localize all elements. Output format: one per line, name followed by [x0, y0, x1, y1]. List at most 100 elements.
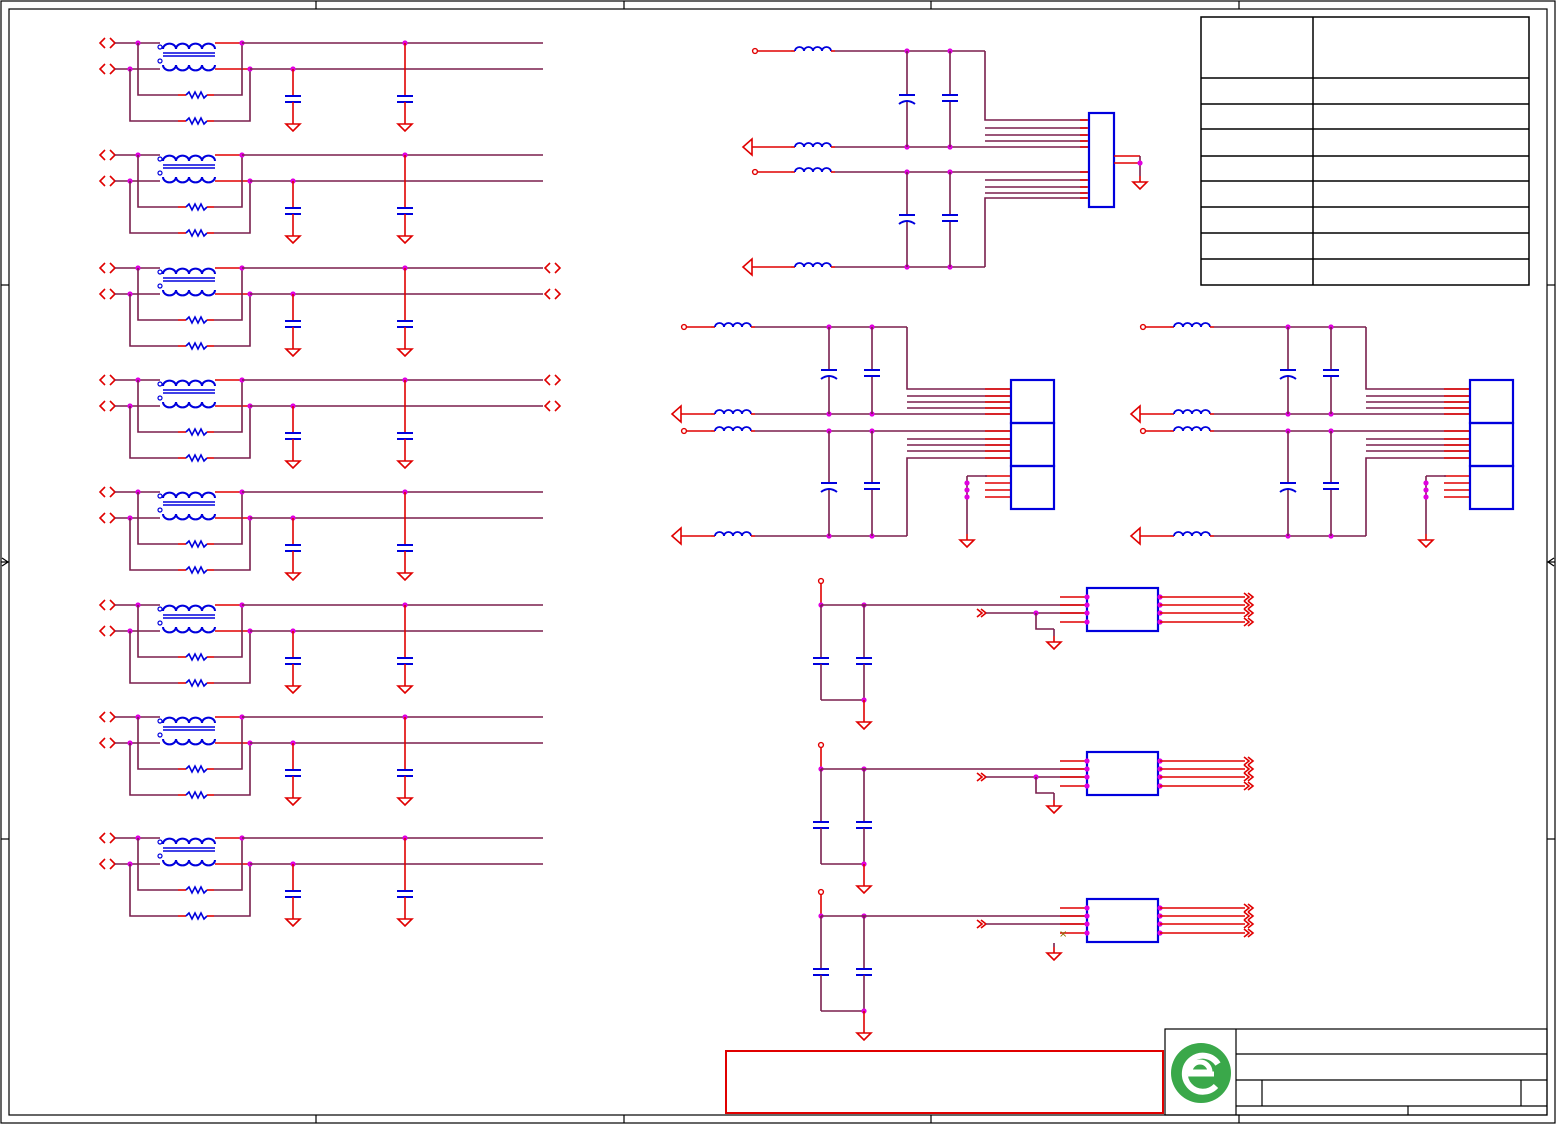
net-port-arrow-icon [976, 919, 988, 929]
ground-icon [284, 913, 302, 928]
resistor-icon [178, 202, 214, 212]
junction-dot [1084, 905, 1090, 911]
resistor-icon [178, 790, 214, 800]
capacitor-icon [397, 544, 413, 552]
net-port-arrow-icon [1243, 592, 1255, 602]
capacitor-icon [285, 432, 301, 440]
ground-icon [284, 567, 302, 582]
filter-stage [98, 37, 543, 133]
schematic-drawing: × [0, 0, 1556, 1124]
net-port-arrow-icon [98, 832, 117, 844]
net-port-arrow-icon [1243, 764, 1255, 774]
capacitor-icon [397, 657, 413, 665]
capacitor-icon [285, 320, 301, 328]
net-port-arrow-icon [1243, 903, 1255, 913]
junction-dot [1084, 619, 1090, 625]
capacitor-icon [285, 657, 301, 665]
inductor-icon [1170, 409, 1214, 415]
net-port-arrow-icon [1243, 756, 1255, 766]
resistor-icon [178, 652, 214, 662]
filter-stage [98, 149, 543, 245]
junction-dot [1084, 758, 1090, 764]
pin-end [751, 168, 759, 176]
schematic-circuits: × [98, 37, 1515, 1042]
ground-icon [741, 257, 753, 277]
common-mode-choke-icon [157, 604, 216, 634]
capacitor-icon [813, 657, 829, 665]
capacitor-icon [285, 769, 301, 777]
ground-icon [670, 404, 682, 424]
power-filter-top [741, 46, 1149, 277]
inductor-icon [1170, 531, 1214, 537]
ground-icon [855, 880, 873, 895]
junction-dot [964, 487, 970, 493]
net-port-arrow-icon [1243, 772, 1255, 782]
ground-icon [1129, 404, 1141, 424]
junction-dot [964, 494, 970, 500]
ground-icon [396, 118, 414, 133]
ground-icon [1417, 534, 1435, 549]
regulator-block-3: × [813, 888, 1255, 1042]
common-mode-choke-icon [157, 379, 216, 409]
resistor-icon [178, 453, 214, 463]
sheet-frame [0, 0, 1556, 1124]
pin-end [817, 888, 825, 896]
ground-icon [284, 455, 302, 470]
capacitor-icon [285, 207, 301, 215]
net-port-arrow-icon [98, 599, 117, 611]
capacitor-icon [285, 544, 301, 552]
pin-end [680, 427, 688, 435]
net-port-arrow-icon [98, 374, 117, 386]
net-port-arrow-icon [1243, 617, 1255, 627]
inductor-icon [791, 142, 835, 148]
net-port-arrow-icon [1243, 911, 1255, 921]
capacitor-icon [285, 95, 301, 103]
capacitor-icon [942, 214, 958, 222]
capacitor-icon [397, 890, 413, 898]
connector-block [1009, 464, 1056, 511]
resistor-icon [178, 565, 214, 575]
pin-end [1139, 427, 1147, 435]
pin-end [817, 577, 825, 585]
inductor-icon [711, 322, 755, 328]
filter-stage [98, 711, 543, 807]
resistor-icon [178, 90, 214, 100]
easyeda-logo-icon [1171, 1043, 1231, 1103]
capacitor-icon [397, 207, 413, 215]
junction-dot [1084, 594, 1090, 600]
inductor-icon [1170, 426, 1214, 432]
net-port-arrow-icon [98, 37, 117, 49]
ground-icon [396, 455, 414, 470]
resistor-icon [178, 885, 214, 895]
connector-block [1009, 378, 1056, 425]
capacitor-icon [397, 769, 413, 777]
note-box [725, 1050, 1164, 1114]
ground-icon [1045, 636, 1063, 651]
schematic-canvas[interactable]: × [0, 0, 1556, 1124]
resistor-icon [178, 116, 214, 126]
ground-icon [741, 137, 753, 157]
resistor-icon [178, 764, 214, 774]
filter-stage [98, 374, 562, 470]
capacitor-icon [864, 482, 880, 490]
common-mode-choke-icon [157, 491, 216, 521]
inductor-icon [791, 46, 835, 52]
pin-end [817, 741, 825, 749]
revision-table [1200, 16, 1530, 286]
filter-stage [98, 832, 543, 928]
net-port-arrow-icon [543, 400, 562, 412]
ground-icon [670, 526, 682, 546]
ground-icon [284, 680, 302, 695]
capacitor-icon [285, 890, 301, 898]
ground-icon [396, 792, 414, 807]
power-filter-mid-left [670, 322, 1056, 549]
filter-stage [98, 262, 562, 358]
capacitor-icon [856, 968, 872, 976]
regulator-chip [1085, 897, 1160, 944]
inductor-icon [791, 262, 835, 268]
junction-dot [1423, 480, 1429, 486]
ground-icon [284, 230, 302, 245]
net-port-arrow-icon [98, 63, 117, 75]
junction-dot [1084, 913, 1090, 919]
capacitor-icon [856, 657, 872, 665]
